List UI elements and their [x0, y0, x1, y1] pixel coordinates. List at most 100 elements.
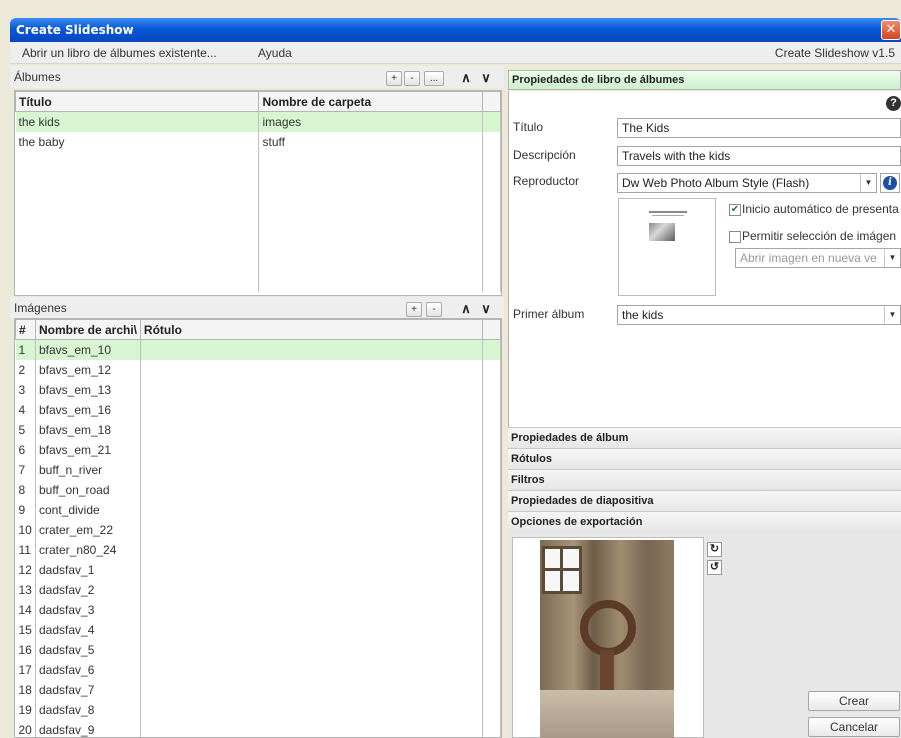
album-add-button[interactable]: +	[386, 71, 402, 86]
image-caption-cell[interactable]	[140, 559, 484, 580]
image-filename-cell[interactable]: dadsfav_3	[35, 599, 141, 620]
image-caption-cell[interactable]	[140, 639, 484, 660]
image-number-cell[interactable]: 4	[15, 399, 36, 420]
albums-col-title[interactable]: Título	[14, 91, 260, 112]
image-filename-cell[interactable]: dadsfav_9	[35, 719, 141, 737]
first-album-select[interactable]: the kids ▼	[617, 305, 901, 325]
table-row[interactable]: 19 dadsfav_8	[15, 699, 501, 720]
image-number-cell[interactable]: 7	[15, 459, 36, 480]
table-row[interactable]: 11 crater_n80_24	[15, 539, 501, 560]
image-caption-cell[interactable]	[140, 419, 484, 440]
image-filename-cell[interactable]: dadsfav_4	[35, 619, 141, 640]
filters-section[interactable]: Filtros	[508, 469, 901, 490]
image-number-cell[interactable]: 10	[15, 519, 36, 540]
image-caption-cell[interactable]	[140, 499, 484, 520]
image-number-cell[interactable]: 13	[15, 579, 36, 600]
player-select[interactable]: Dw Web Photo Album Style (Flash) ▼	[617, 173, 877, 193]
image-number-cell[interactable]: 16	[15, 639, 36, 660]
autostart-checkbox[interactable]: ✔	[729, 204, 741, 216]
image-filename-cell[interactable]: bfavs_em_10	[35, 339, 141, 360]
chevron-down-icon[interactable]: ▼	[884, 306, 900, 324]
image-number-cell[interactable]: 11	[15, 539, 36, 560]
images-col-number[interactable]: #	[15, 319, 36, 340]
image-filename-cell[interactable]: crater_em_22	[35, 519, 141, 540]
image-caption-cell[interactable]	[140, 679, 484, 700]
image-move-up-button[interactable]: ∧	[458, 301, 474, 317]
album-move-down-button[interactable]: ∨	[478, 70, 494, 86]
image-number-cell[interactable]: 8	[15, 479, 36, 500]
image-number-cell[interactable]: 2	[15, 359, 36, 380]
image-filename-cell[interactable]: dadsfav_2	[35, 579, 141, 600]
image-filename-cell[interactable]: bfavs_em_12	[35, 359, 141, 380]
image-filename-cell[interactable]: dadsfav_8	[35, 699, 141, 720]
image-remove-button[interactable]: -	[426, 302, 442, 317]
help-icon[interactable]: ?	[886, 96, 901, 111]
table-row[interactable]: 17 dadsfav_6	[15, 659, 501, 680]
image-filename-cell[interactable]: bfavs_em_21	[35, 439, 141, 460]
image-filename-cell[interactable]: bfavs_em_13	[35, 379, 141, 400]
table-row[interactable]: 5 bfavs_em_18	[15, 419, 501, 440]
images-col-filename[interactable]: Nombre de archi\	[34, 319, 141, 340]
chevron-down-icon[interactable]: ▼	[884, 249, 900, 267]
image-caption-cell[interactable]	[140, 539, 484, 560]
info-icon[interactable]: i	[880, 173, 900, 193]
image-number-cell[interactable]: 9	[15, 499, 36, 520]
album-properties-section[interactable]: Propiedades de álbum	[508, 427, 901, 448]
image-number-cell[interactable]: 17	[15, 659, 36, 680]
album-folder-cell[interactable]: images	[258, 111, 484, 132]
image-filename-cell[interactable]: bfavs_em_16	[35, 399, 141, 420]
image-add-button[interactable]: +	[406, 302, 422, 317]
allow-select-checkbox[interactable]	[729, 231, 741, 243]
export-options-section[interactable]: Opciones de exportación	[508, 511, 901, 532]
book-properties-header[interactable]: Propiedades de libro de álbumes	[508, 70, 901, 90]
rotate-ccw-icon[interactable]: ↺	[707, 560, 722, 575]
open-image-select[interactable]: Abrir imagen en nueva ve ▼	[735, 248, 901, 268]
table-row[interactable]: 3 bfavs_em_13	[15, 379, 501, 400]
table-row[interactable]: 7 buff_n_river	[15, 459, 501, 480]
table-row[interactable]: 18 dadsfav_7	[15, 679, 501, 700]
image-caption-cell[interactable]	[140, 599, 484, 620]
album-title-cell[interactable]: the kids	[15, 111, 260, 132]
image-filename-cell[interactable]: cont_divide	[35, 499, 141, 520]
images-col-caption[interactable]: Rótulo	[139, 319, 484, 340]
title-field[interactable]: The Kids	[617, 118, 901, 138]
image-caption-cell[interactable]	[140, 699, 484, 720]
image-filename-cell[interactable]: dadsfav_7	[35, 679, 141, 700]
image-caption-cell[interactable]	[140, 379, 484, 400]
table-row[interactable]: 16 dadsfav_5	[15, 639, 501, 660]
table-row[interactable]: 8 buff_on_road	[15, 479, 501, 500]
image-move-down-button[interactable]: ∨	[478, 301, 494, 317]
table-row[interactable]: 1 bfavs_em_10	[15, 339, 501, 360]
table-row[interactable]: 20 dadsfav_9	[15, 719, 501, 737]
image-filename-cell[interactable]: bfavs_em_18	[35, 419, 141, 440]
album-title-cell[interactable]: the baby	[15, 131, 260, 152]
slide-properties-section[interactable]: Propiedades de diapositiva	[508, 490, 901, 511]
image-caption-cell[interactable]	[140, 459, 484, 480]
image-filename-cell[interactable]: dadsfav_1	[35, 559, 141, 580]
image-caption-cell[interactable]	[140, 619, 484, 640]
image-number-cell[interactable]: 5	[15, 419, 36, 440]
chevron-down-icon[interactable]: ▼	[860, 174, 876, 192]
album-remove-button[interactable]: -	[404, 71, 420, 86]
menu-open-book[interactable]: Abrir un libro de álbumes existente...	[22, 42, 217, 64]
image-caption-cell[interactable]	[140, 719, 484, 737]
table-row[interactable]: 12 dadsfav_1	[15, 559, 501, 580]
image-filename-cell[interactable]: buff_on_road	[35, 479, 141, 500]
image-number-cell[interactable]: 15	[15, 619, 36, 640]
image-caption-cell[interactable]	[140, 359, 484, 380]
table-row[interactable]: 2 bfavs_em_12	[15, 359, 501, 380]
table-row[interactable]: 15 dadsfav_4	[15, 619, 501, 640]
image-number-cell[interactable]: 19	[15, 699, 36, 720]
image-number-cell[interactable]: 1	[15, 339, 36, 360]
create-button[interactable]: Crear	[808, 691, 900, 711]
table-row[interactable]: 6 bfavs_em_21	[15, 439, 501, 460]
table-row[interactable]: 4 bfavs_em_16	[15, 399, 501, 420]
image-number-cell[interactable]: 3	[15, 379, 36, 400]
image-caption-cell[interactable]	[140, 339, 484, 360]
image-filename-cell[interactable]: dadsfav_5	[35, 639, 141, 660]
image-filename-cell[interactable]: dadsfav_6	[35, 659, 141, 680]
cancel-button[interactable]: Cancelar	[808, 717, 900, 737]
albums-col-folder[interactable]: Nombre de carpeta	[258, 91, 484, 112]
album-move-up-button[interactable]: ∧	[458, 70, 474, 86]
image-caption-cell[interactable]	[140, 659, 484, 680]
